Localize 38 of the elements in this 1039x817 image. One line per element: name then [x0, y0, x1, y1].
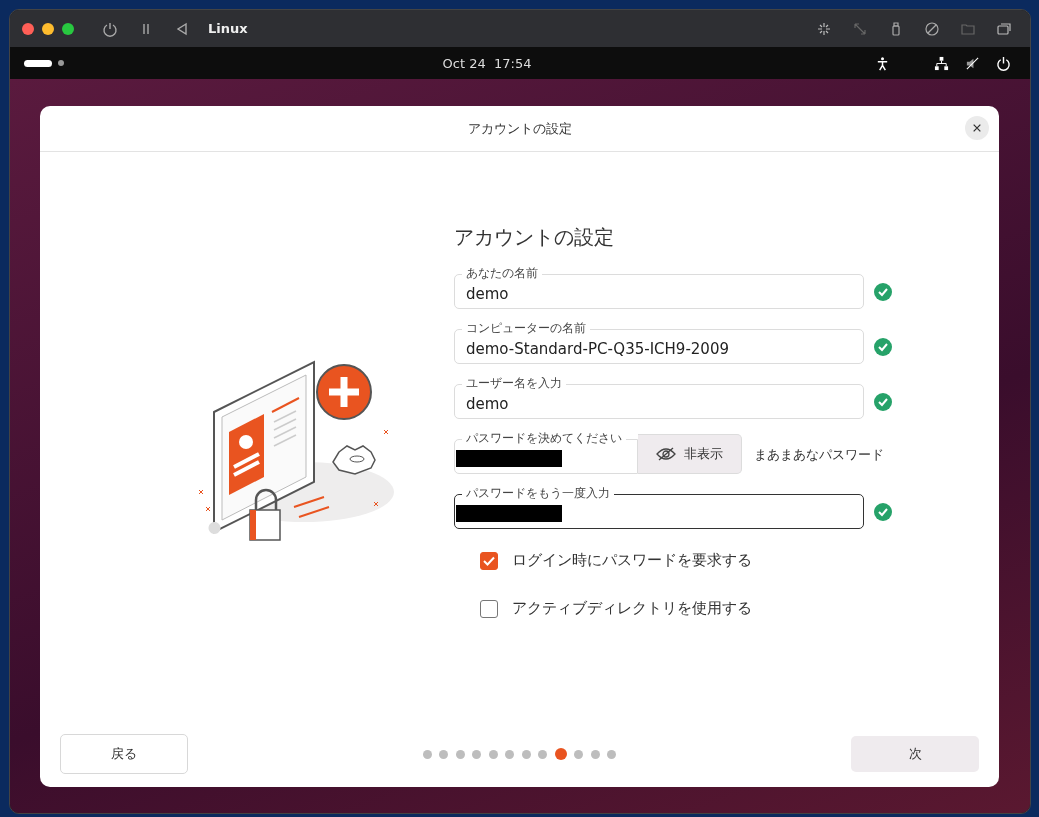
minimize-button[interactable] [42, 22, 54, 35]
password-field[interactable]: パスワードを決めてください [454, 430, 638, 474]
password-field[interactable]: パスワードをもう一度入力 [454, 485, 864, 529]
checkbox-label: アクティブディレクトリを使用する [512, 599, 752, 618]
hide-password-button[interactable]: 非表示 [638, 434, 742, 474]
field-label: コンピューターの名前 [462, 321, 590, 336]
checkbox[interactable] [480, 551, 498, 570]
text-field[interactable]: ユーザー名を入力 demo [454, 375, 864, 419]
dialog-title: アカウントの設定 [467, 119, 572, 138]
eye-slash-icon [656, 447, 676, 461]
network-icon[interactable] [934, 55, 949, 71]
workspace-indicator[interactable] [58, 60, 64, 66]
sparkle-icon[interactable] [816, 20, 832, 37]
field-label: あなたの名前 [462, 266, 542, 281]
text-field[interactable]: コンピューターの名前 demo-Standard-PC-Q35-ICH9-2009 [454, 320, 864, 364]
field-label: パスワードを決めてください [462, 431, 626, 446]
close-button[interactable] [22, 22, 34, 35]
power-icon[interactable] [102, 20, 118, 37]
workspace-indicator[interactable] [24, 59, 52, 67]
checkbox-label: ログイン時にパスワードを要求する [512, 551, 752, 570]
form-heading: アカウントの設定 [454, 224, 615, 251]
next-button[interactable]: 次 [851, 736, 979, 772]
muted-speaker-icon[interactable] [965, 55, 980, 71]
accessibility-icon[interactable] [875, 55, 890, 71]
close-icon [972, 123, 982, 133]
close-button[interactable] [965, 116, 989, 140]
disc-icon[interactable] [924, 20, 940, 37]
back-icon[interactable] [174, 20, 190, 37]
clock-text[interactable]: Oct 24 17:54 [442, 55, 532, 71]
window-title: Linux [208, 21, 248, 36]
field-label: パスワードをもう一度入力 [462, 486, 614, 501]
field-label: ユーザー名を入力 [462, 376, 566, 391]
back-button[interactable]: 戻る [60, 734, 188, 774]
password-strength-text: まあまあなパスワード [754, 447, 884, 464]
maximize-button[interactable] [62, 22, 74, 35]
windows-icon[interactable] [996, 20, 1012, 37]
checkbox[interactable] [480, 599, 498, 618]
text-field[interactable]: あなたの名前 demo [454, 265, 864, 309]
